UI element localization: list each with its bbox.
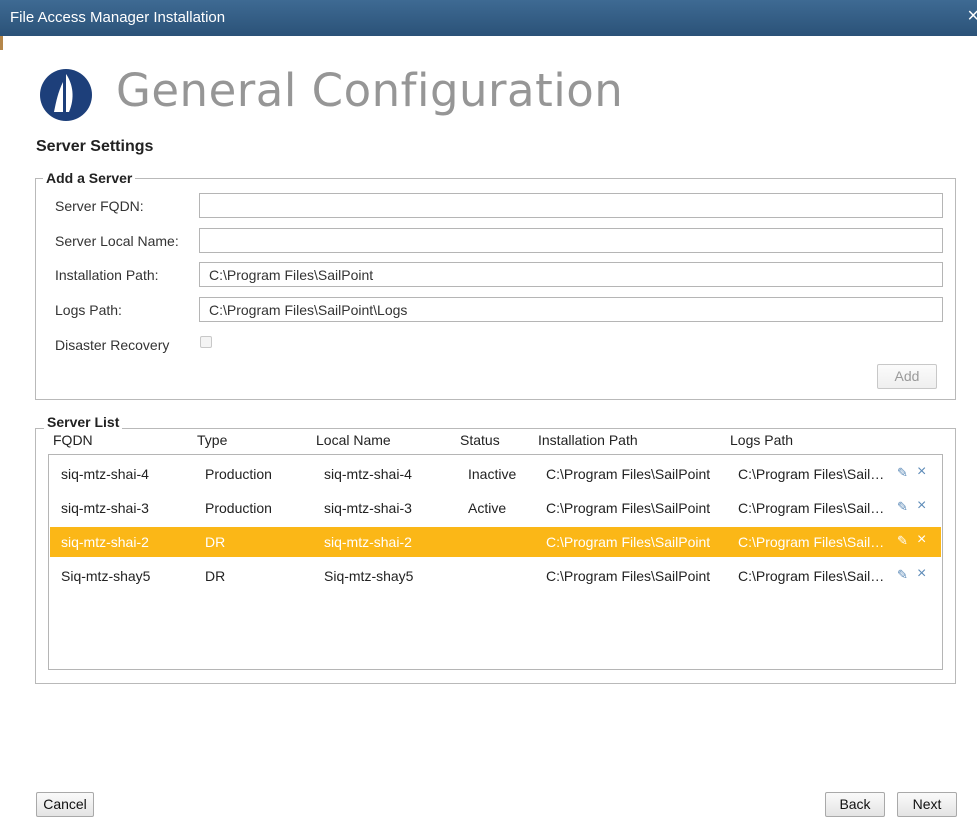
cell-local-name: Siq-mtz-shay5: [324, 568, 414, 584]
add-button[interactable]: Add: [877, 364, 937, 389]
cell-installation-path: C:\Program Files\SailPoint: [546, 534, 711, 550]
close-icon[interactable]: ×: [917, 565, 926, 583]
cell-status: Inactive: [468, 466, 517, 482]
sailpoint-logo: [40, 69, 92, 121]
page-title: General Configuration: [116, 64, 624, 117]
cell-logs-path: C:\Program Files\Sail…: [738, 534, 885, 550]
disaster-recovery-checkbox[interactable]: [200, 336, 212, 348]
cell-type: DR: [205, 568, 226, 584]
window-title: File Access Manager Installation: [10, 9, 226, 26]
column-header-fqdn[interactable]: FQDN: [53, 432, 93, 448]
cell-installation-path: C:\Program Files\SailPoint: [546, 568, 711, 584]
logs-path-input[interactable]: [199, 297, 943, 322]
cell-installation-path: C:\Program Files\SailPoint: [546, 500, 711, 516]
cell-logs-path: C:\Program Files\Sail…: [738, 500, 885, 516]
table-row-selected[interactable]: siq-mtz-shai-2 DR siq-mtz-shai-2 C:\Prog…: [50, 527, 941, 557]
back-button[interactable]: Back: [825, 792, 885, 817]
server-fqdn-label: Server FQDN:: [55, 198, 144, 214]
cell-fqdn: Siq-mtz-shay5: [61, 568, 151, 584]
cell-fqdn: siq-mtz-shai-2: [61, 534, 149, 550]
cell-local-name: siq-mtz-shai-4: [324, 466, 412, 482]
cancel-button[interactable]: Cancel: [36, 792, 94, 817]
installation-path-input[interactable]: [199, 262, 943, 287]
window-titlebar: File Access Manager Installation ×: [0, 0, 977, 36]
close-icon[interactable]: ×: [917, 497, 926, 515]
column-header-status[interactable]: Status: [460, 432, 500, 448]
table-row[interactable]: siq-mtz-shai-4 Production siq-mtz-shai-4…: [50, 459, 941, 489]
window-edge: [0, 36, 3, 50]
close-icon[interactable]: ×: [917, 463, 926, 481]
table-row[interactable]: Siq-mtz-shay5 DR Siq-mtz-shay5 C:\Progra…: [50, 561, 941, 591]
server-list-legend: Server List: [44, 414, 123, 430]
add-server-legend: Add a Server: [43, 170, 136, 186]
cell-local-name: siq-mtz-shai-3: [324, 500, 412, 516]
pencil-icon[interactable]: ✎: [897, 499, 908, 515]
column-header-type[interactable]: Type: [197, 432, 227, 448]
cell-fqdn: siq-mtz-shai-3: [61, 500, 149, 516]
cell-type: Production: [205, 500, 272, 516]
cell-type: DR: [205, 534, 226, 550]
cell-installation-path: C:\Program Files\SailPoint: [546, 466, 711, 482]
pencil-icon[interactable]: ✎: [897, 533, 908, 549]
column-header-logs-path[interactable]: Logs Path: [730, 432, 793, 448]
logs-path-label: Logs Path:: [55, 302, 122, 318]
column-header-installation-path[interactable]: Installation Path: [538, 432, 638, 448]
table-row[interactable]: siq-mtz-shai-3 Production siq-mtz-shai-3…: [50, 493, 941, 523]
column-header-local-name[interactable]: Local Name: [316, 432, 391, 448]
section-title: Server Settings: [36, 138, 154, 155]
pencil-icon[interactable]: ✎: [897, 567, 908, 583]
installation-path-label: Installation Path:: [55, 267, 159, 283]
server-local-name-label: Server Local Name:: [55, 233, 179, 249]
pencil-icon[interactable]: ✎: [897, 465, 908, 481]
cell-local-name: siq-mtz-shai-2: [324, 534, 412, 550]
next-button[interactable]: Next: [897, 792, 957, 817]
close-icon[interactable]: ×: [967, 6, 977, 26]
cell-type: Production: [205, 466, 272, 482]
cell-status: Active: [468, 500, 507, 516]
server-list-table: siq-mtz-shai-4 Production siq-mtz-shai-4…: [48, 454, 943, 670]
server-local-name-input[interactable]: [199, 228, 943, 253]
cell-logs-path: C:\Program Files\Sail…: [738, 466, 885, 482]
cell-logs-path: C:\Program Files\Sail…: [738, 568, 885, 584]
server-fqdn-input[interactable]: [199, 193, 943, 218]
disaster-recovery-label: Disaster Recovery: [55, 337, 170, 353]
close-icon[interactable]: ×: [917, 531, 926, 549]
cell-fqdn: siq-mtz-shai-4: [61, 466, 149, 482]
